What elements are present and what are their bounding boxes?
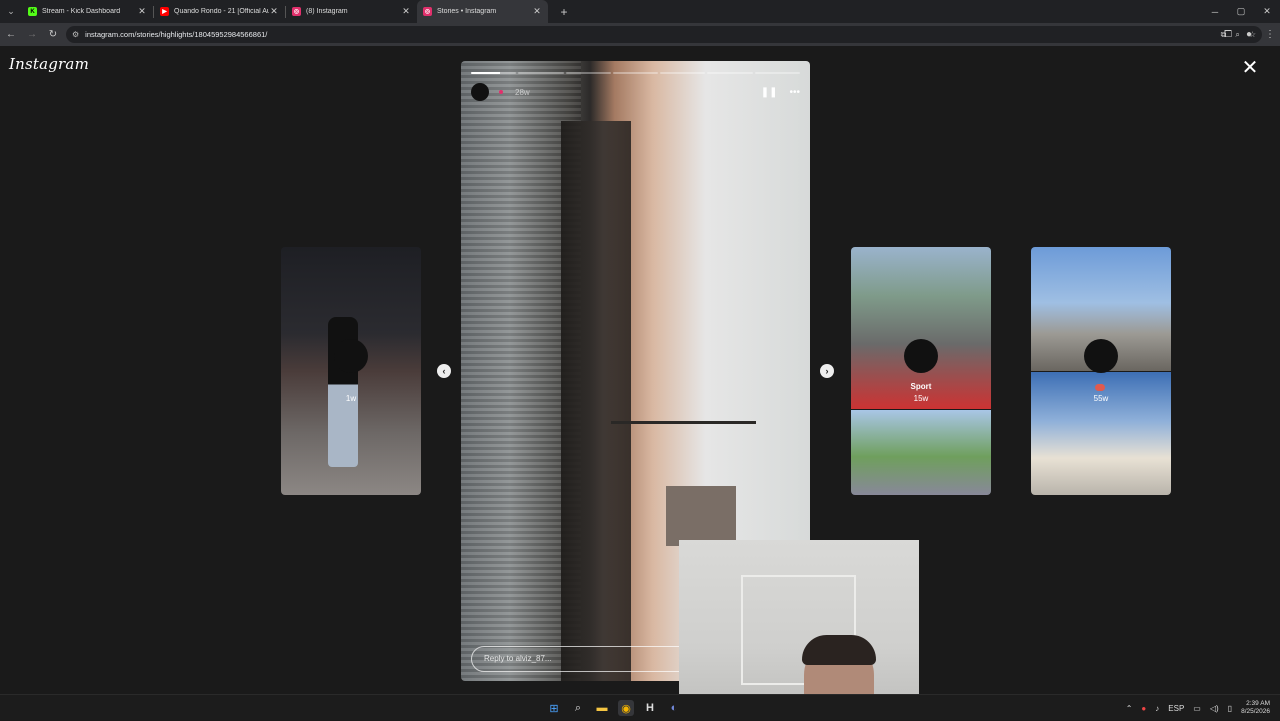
tab-0[interactable]: K Stream - Kick Dashboard ✕: [22, 0, 153, 23]
live-dot: [1095, 384, 1105, 391]
progress-segment: [660, 72, 706, 74]
avatar: [1084, 339, 1118, 373]
story-header: 28w ❚❚ •••: [471, 82, 800, 102]
webcam-overlay: [679, 540, 919, 720]
progress-segment: [565, 72, 611, 74]
next-story-card[interactable]: 55w: [1031, 247, 1171, 495]
profile-icon[interactable]: ●: [1239, 25, 1259, 45]
record-icon[interactable]: ●: [1141, 704, 1146, 713]
toolbar-extras: ⧠ ● ⋮: [1217, 23, 1280, 46]
tab-2[interactable]: ◎ (8) Instagram ✕: [286, 0, 417, 23]
microphone-icon[interactable]: ♪: [1155, 704, 1159, 713]
url-text: instagram.com/stories/highlights/1804595…: [85, 30, 268, 39]
file-explorer-icon[interactable]: ▬: [594, 700, 610, 716]
forward-icon[interactable]: →: [22, 25, 42, 45]
menu-kebab-icon[interactable]: ⋮: [1260, 25, 1280, 45]
chrome-icon[interactable]: ◉: [618, 700, 634, 716]
discord-icon[interactable]: ◐: [666, 700, 682, 716]
tab-3[interactable]: ◎ Stories • Instagram ✕: [417, 0, 548, 23]
progress-segment: [471, 72, 517, 74]
story-image-pier: [561, 121, 631, 681]
story-progress-bar: [471, 72, 800, 74]
back-icon[interactable]: ←: [1, 25, 21, 45]
system-tray: ⌃ ● ♪ ESP ▭ ◁) ▯ 2:39 AM 8/25/2026: [1126, 695, 1270, 721]
progress-fill: [471, 72, 501, 74]
more-options-icon[interactable]: •••: [789, 87, 800, 98]
instagram-logo[interactable]: Instagram: [9, 55, 89, 73]
story-thumbnail: [851, 410, 991, 495]
tab-title: (8) Instagram: [306, 8, 348, 15]
tab-1[interactable]: ▶ Quando Rondo - 21 [Official Au ✕: [154, 0, 285, 23]
next-story-arrow[interactable]: ›: [820, 364, 834, 378]
instagram-icon: ◎: [292, 7, 301, 16]
instagram-icon: ◎: [423, 7, 432, 16]
window-controls: ─ ▢ ✕: [1202, 0, 1280, 23]
search-icon[interactable]: ⌕: [570, 700, 586, 716]
prev-story-arrow[interactable]: ‹: [437, 364, 451, 378]
app-h-icon[interactable]: H: [642, 700, 658, 716]
site-info-icon[interactable]: ⚙: [72, 30, 79, 39]
webcam-headphones: [802, 635, 876, 665]
tab-search-icon[interactable]: ⌄: [0, 0, 22, 23]
avatar[interactable]: [471, 83, 489, 101]
prev-story-card[interactable]: 1w: [281, 247, 421, 495]
clock-date: 8/25/2026: [1241, 708, 1270, 715]
maximize-icon[interactable]: ▢: [1228, 0, 1254, 23]
close-stories-button[interactable]: ✕: [1240, 58, 1260, 78]
story-age: 1w: [345, 394, 357, 403]
progress-segment: [707, 72, 753, 74]
progress-segment: [518, 72, 564, 74]
minimize-icon[interactable]: ─: [1202, 0, 1228, 23]
network-icon[interactable]: ▭: [1193, 704, 1201, 713]
window-close-icon[interactable]: ✕: [1254, 0, 1280, 23]
reply-input[interactable]: Reply to alviz_87...: [471, 646, 701, 672]
tab-title: Stories • Instagram: [437, 8, 497, 15]
tab-title: Stream - Kick Dashboard: [42, 8, 121, 15]
browser-toolbar: ← → ↻ ⚙ instagram.com/stories/highlights…: [0, 23, 1280, 46]
clock[interactable]: 2:39 AM 8/25/2026: [1241, 700, 1270, 716]
progress-segment: [612, 72, 659, 74]
story-name: Sport: [910, 382, 932, 391]
stories-viewer: Instagram ✕ 1w ‹ 28w ❚❚ ••• Reply to alv…: [0, 46, 1280, 694]
close-icon[interactable]: ✕: [401, 6, 411, 17]
kick-icon: K: [28, 7, 37, 16]
taskbar-apps: ⊞ ⌕ ▬ ◉ H ◐: [546, 695, 682, 721]
address-bar[interactable]: ⚙ instagram.com/stories/highlights/18045…: [66, 26, 1262, 43]
new-tab-button[interactable]: +: [554, 5, 574, 19]
story-image-rail: [611, 421, 756, 424]
youtube-icon: ▶: [160, 7, 169, 16]
tab-title: Quando Rondo - 21 [Official Au: [174, 8, 269, 15]
progress-segment: [754, 72, 800, 74]
highlight-dot: [499, 90, 503, 94]
close-icon[interactable]: ✕: [269, 6, 279, 17]
story-age: 28w: [515, 87, 530, 97]
close-icon[interactable]: ✕: [137, 6, 147, 17]
story-age: 15w: [913, 394, 929, 403]
close-icon[interactable]: ✕: [532, 6, 542, 17]
story-controls: ❚❚ •••: [761, 87, 800, 98]
reload-icon[interactable]: ↻: [43, 25, 63, 45]
chevron-up-icon[interactable]: ⌃: [1126, 704, 1133, 713]
windows-taskbar: ⊞ ⌕ ▬ ◉ H ◐ ⌃ ● ♪ ESP ▭ ◁) ▯ 2:39 AM 8/2…: [0, 694, 1280, 720]
battery-icon[interactable]: ▯: [1228, 704, 1232, 713]
language-indicator[interactable]: ESP: [1168, 704, 1184, 713]
volume-icon[interactable]: ◁): [1210, 704, 1219, 713]
extensions-icon[interactable]: ⧠: [1218, 25, 1238, 45]
pause-icon[interactable]: ❚❚: [761, 87, 778, 98]
clock-time: 2:39 AM: [1246, 700, 1270, 707]
next-story-card[interactable]: Sport 15w: [851, 247, 991, 495]
windows-start-icon[interactable]: ⊞: [546, 700, 562, 716]
avatar: [904, 339, 938, 373]
browser-tab-strip: ⌄ K Stream - Kick Dashboard ✕ ▶ Quando R…: [0, 0, 1280, 23]
story-image-building: [666, 486, 736, 546]
avatar: [334, 339, 368, 373]
story-age: 55w: [1093, 394, 1109, 403]
